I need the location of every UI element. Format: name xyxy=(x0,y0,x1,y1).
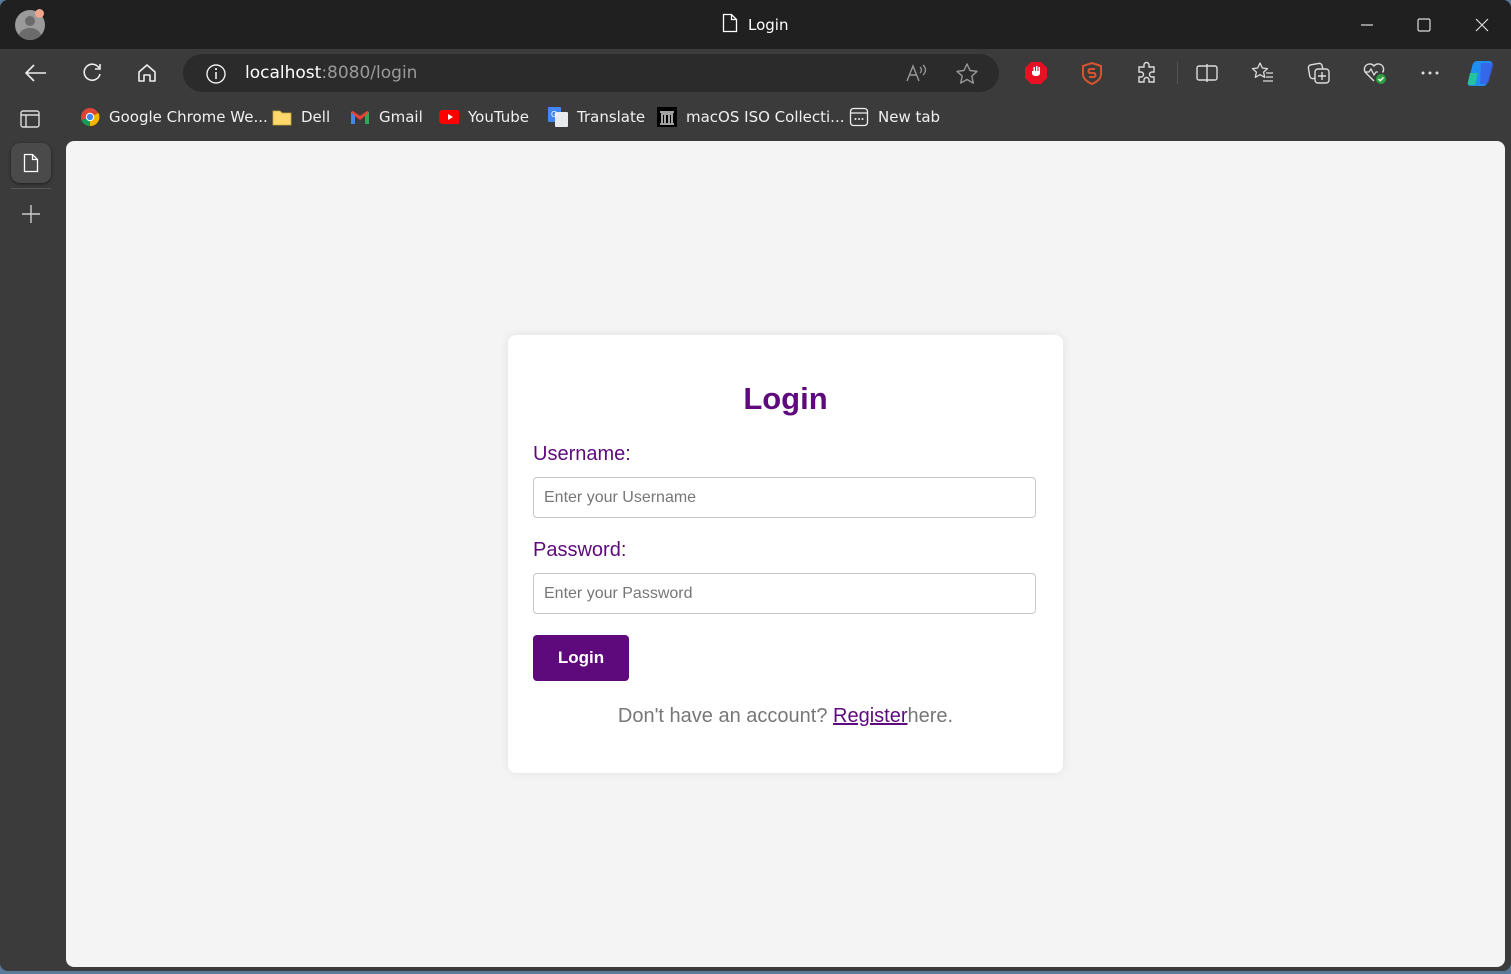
login-button[interactable]: Login xyxy=(533,635,629,681)
browser-essentials-button[interactable] xyxy=(1361,59,1389,87)
bookmark-label: Translate xyxy=(577,108,646,126)
adblock-extension-button[interactable] xyxy=(1022,59,1050,87)
collections-button[interactable] xyxy=(1305,59,1333,87)
puzzle-icon xyxy=(1138,61,1155,83)
favorites-button[interactable] xyxy=(1249,59,1277,87)
new-tab-button[interactable] xyxy=(19,202,43,226)
page-icon xyxy=(722,13,738,37)
bookmark-macos-iso[interactable]: macOS ISO Collecti... xyxy=(657,105,844,129)
collections-icon xyxy=(1307,62,1330,84)
back-arrow-icon xyxy=(24,64,46,82)
extensions-button[interactable] xyxy=(1133,59,1161,87)
home-icon xyxy=(138,64,156,82)
plus-icon xyxy=(22,205,40,223)
split-screen-button[interactable] xyxy=(1193,59,1221,87)
address-bar[interactable]: localhost:8080/login xyxy=(183,54,999,92)
browser-window: Login localhost:8080/login Google Chrome… xyxy=(0,0,1511,971)
back-button[interactable] xyxy=(22,59,50,87)
adblock-icon xyxy=(1025,62,1047,84)
maximize-icon xyxy=(1417,18,1431,32)
copilot-icon xyxy=(1467,61,1494,86)
archive-icon xyxy=(657,107,677,127)
minimize-icon xyxy=(1361,24,1373,26)
bookmark-label: Dell xyxy=(301,108,331,126)
profile-notification-dot xyxy=(35,9,44,18)
svg-text:G: G xyxy=(551,110,557,119)
tab-title-text: Login xyxy=(748,16,789,34)
read-aloud-icon[interactable] xyxy=(905,62,929,89)
url-host: localhost xyxy=(245,63,322,83)
sidebar-divider xyxy=(11,188,51,189)
password-label: Password: xyxy=(533,539,627,561)
password-input[interactable] xyxy=(533,573,1036,614)
gmail-icon xyxy=(350,107,370,127)
url-text[interactable]: localhost:8080/login xyxy=(245,63,417,83)
page-icon xyxy=(23,153,39,173)
bookmark-label: Gmail xyxy=(379,108,423,126)
browser-toolbar: localhost:8080/login xyxy=(0,49,1511,97)
shield-s-icon xyxy=(1082,61,1102,85)
bookmark-label: New tab xyxy=(878,108,941,126)
vertical-tab-login[interactable] xyxy=(11,143,51,183)
bookmark-translate[interactable]: G Translate xyxy=(548,105,645,129)
favorites-list-icon xyxy=(1251,62,1273,82)
bookmark-gmail[interactable]: Gmail xyxy=(350,105,423,129)
home-button[interactable] xyxy=(133,59,161,87)
url-path: :8080/login xyxy=(321,63,418,83)
close-button[interactable] xyxy=(1469,12,1495,38)
tab-panel-icon xyxy=(20,110,40,128)
refresh-icon xyxy=(83,63,101,81)
more-dots-icon xyxy=(1421,71,1439,75)
split-screen-icon xyxy=(1196,64,1218,82)
folder-icon xyxy=(272,107,292,127)
heart-pulse-icon xyxy=(1363,63,1386,84)
toolbar-divider xyxy=(1177,62,1178,84)
page-viewport: Login Username: Password: Login Don't ha… xyxy=(66,141,1505,967)
new-tab-icon xyxy=(849,107,869,127)
site-info-icon[interactable] xyxy=(205,63,227,90)
s-extension-button[interactable] xyxy=(1078,59,1106,87)
username-input[interactable] xyxy=(533,477,1036,518)
bookmark-chrome-web-store[interactable]: Google Chrome We... xyxy=(80,105,268,129)
vertical-tabs-toggle[interactable] xyxy=(19,108,41,135)
youtube-icon xyxy=(439,107,459,127)
bookmark-new-tab[interactable]: New tab xyxy=(849,105,940,129)
bookmark-label: macOS ISO Collecti... xyxy=(686,108,845,126)
maximize-button[interactable] xyxy=(1411,12,1437,38)
register-suffix-text: here. xyxy=(907,705,954,727)
copilot-button[interactable] xyxy=(1467,57,1499,89)
chrome-icon xyxy=(80,107,100,127)
translate-icon: G xyxy=(548,107,568,127)
login-card: Login Username: Password: Login Don't ha… xyxy=(508,335,1063,773)
more-menu-button[interactable] xyxy=(1416,59,1444,87)
bookmark-label: YouTube xyxy=(468,108,529,126)
username-label: Username: xyxy=(533,443,631,465)
bookmark-label: Google Chrome We... xyxy=(109,108,268,126)
tab-title[interactable]: Login xyxy=(722,13,789,37)
register-prefix-text: Don't have an account? xyxy=(617,705,833,727)
page-title: Login xyxy=(743,381,828,416)
minimize-button[interactable] xyxy=(1354,12,1380,38)
bookmark-youtube[interactable]: YouTube xyxy=(439,105,529,129)
register-link[interactable]: Register xyxy=(833,705,907,727)
bookmark-dell[interactable]: Dell xyxy=(272,105,330,129)
bookmarks-bar: Google Chrome We... Dell Gmail YouTube G… xyxy=(0,97,1511,137)
close-icon xyxy=(1475,18,1489,32)
refresh-button[interactable] xyxy=(78,59,106,87)
favorite-star-icon[interactable] xyxy=(955,62,979,89)
title-bar: Login xyxy=(0,0,1511,49)
register-prompt: Don't have an account? Registerhere. xyxy=(508,705,1063,728)
